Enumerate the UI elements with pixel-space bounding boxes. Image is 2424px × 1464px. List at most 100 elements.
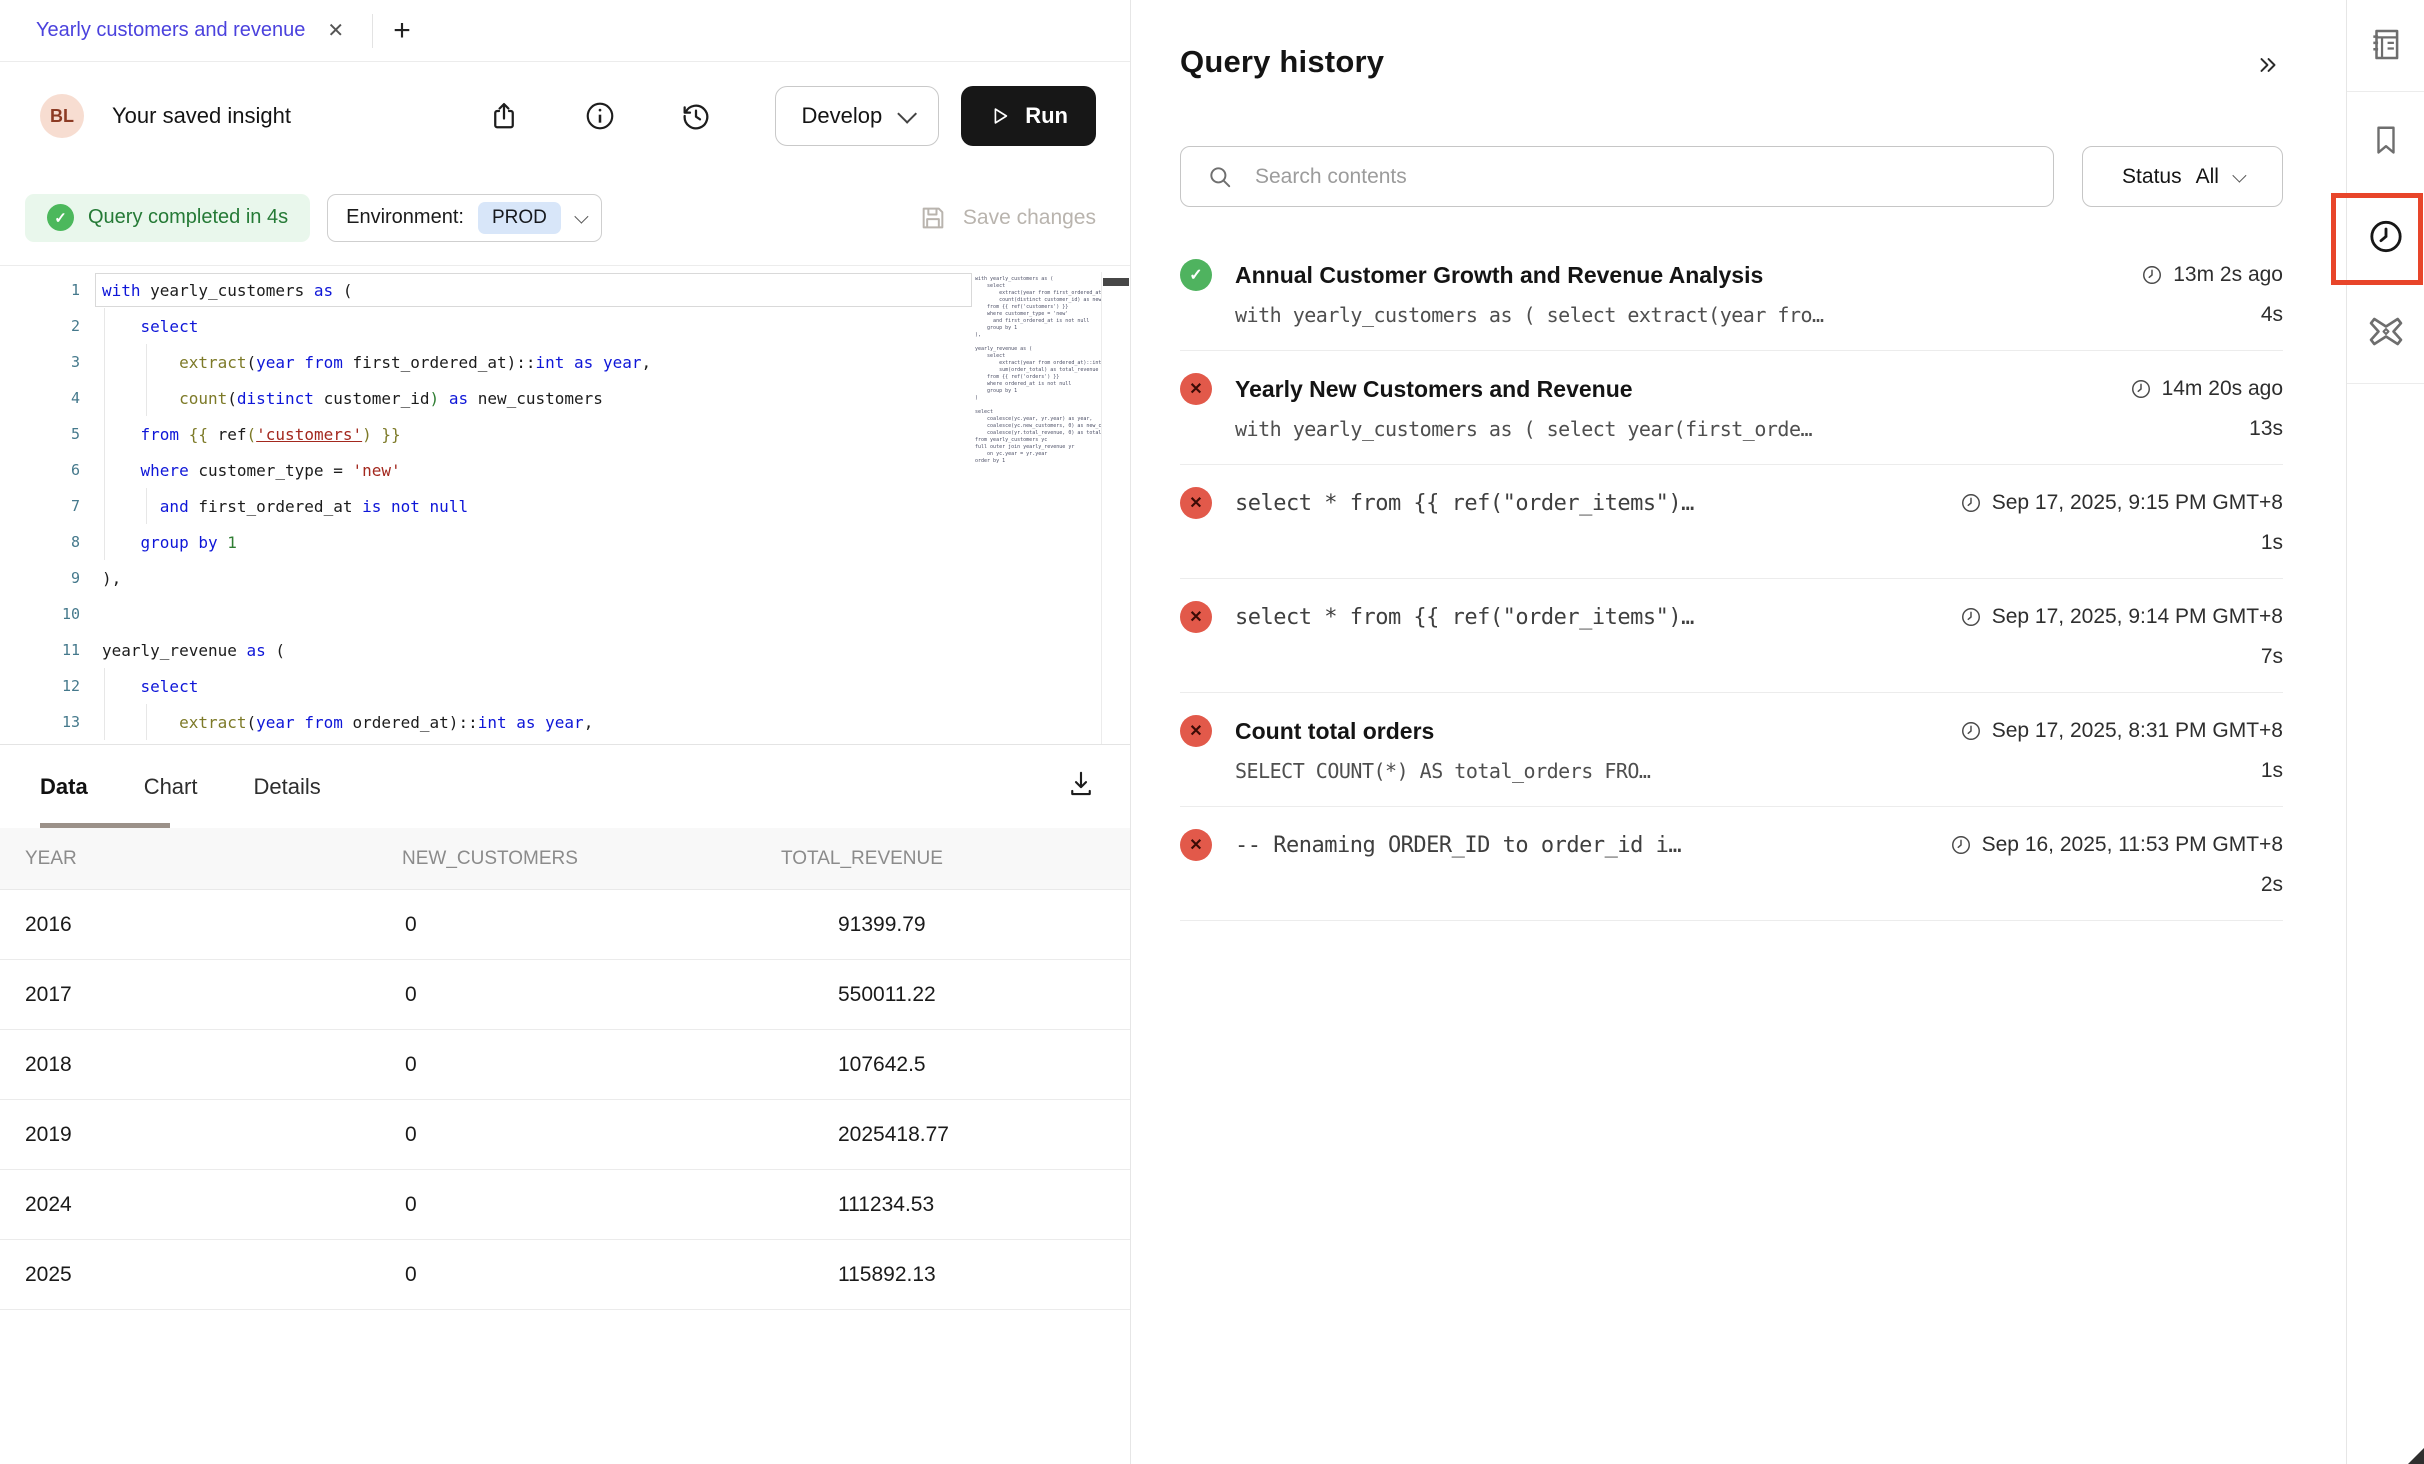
code-text[interactable]: extract(year from ordered_at)::int as ye… — [102, 704, 975, 740]
code-line[interactable]: 7 and first_ordered_at is not null — [0, 488, 975, 524]
query-title: Yearly New Customers and Revenue — [1235, 376, 1633, 403]
collapse-panel-icon[interactable] — [2253, 52, 2283, 83]
table-cell: 0 — [402, 913, 781, 937]
query-history-item[interactable]: ✕select * from {{ ref("order_items")…Sep… — [1180, 579, 2283, 693]
code-text[interactable]: select — [102, 668, 975, 704]
table-cell: 0 — [402, 1193, 781, 1217]
code-line[interactable]: 8 group by 1 — [0, 524, 975, 560]
tab-chart[interactable]: Chart — [144, 774, 198, 800]
scrollbar-thumb[interactable] — [1103, 278, 1129, 286]
editor-status-row: ✓ Query completed in 4s Environment: PRO… — [0, 170, 1130, 266]
share-icon[interactable] — [487, 99, 521, 133]
code-text[interactable]: yearly_revenue as ( — [102, 632, 975, 668]
table-cell: 2019 — [25, 1123, 402, 1147]
line-number: 4 — [0, 389, 80, 407]
success-check-icon: ✓ — [1180, 259, 1212, 291]
code-text[interactable]: ), — [102, 560, 975, 596]
code-text[interactable]: where customer_type = 'new' — [102, 452, 975, 488]
code-line[interactable]: 13 extract(year from ordered_at)::int as… — [0, 704, 975, 740]
indent-guide — [104, 668, 105, 704]
code-text[interactable]: count(distinct customer_id) as new_custo… — [102, 380, 975, 416]
tab-close-icon[interactable]: ✕ — [327, 18, 344, 43]
editor-scrollbar[interactable] — [1101, 272, 1130, 744]
query-history-item[interactable]: ✕select * from {{ ref("order_items")…Sep… — [1180, 465, 2283, 579]
query-status-text: Query completed in 4s — [88, 206, 288, 229]
code-text[interactable]: from {{ ref('customers') }} — [102, 416, 975, 452]
code-line[interactable]: 9), — [0, 560, 975, 596]
table-row[interactable]: 20240111234.53 — [0, 1170, 1130, 1240]
line-number: 11 — [0, 641, 80, 659]
query-history-item[interactable]: ✕ Yearly New Customers and Revenue 14m 20s… — [1180, 351, 2283, 465]
code-text[interactable]: and first_ordered_at is not null — [102, 488, 975, 524]
annotation-highlight-box — [2331, 193, 2423, 285]
run-label: Run — [1025, 103, 1068, 129]
code-text[interactable]: group by 1 — [102, 524, 975, 560]
compass-pinwheel-icon[interactable] — [2366, 312, 2406, 357]
notebook-icon[interactable] — [2367, 26, 2405, 69]
table-row[interactable]: 20250115892.13 — [0, 1240, 1130, 1310]
code-line[interactable]: 5 from {{ ref('customers') }} — [0, 416, 975, 452]
indent-guide — [104, 488, 105, 524]
code-lines[interactable]: 1with yearly_customers as (2 select3 ext… — [0, 272, 975, 744]
play-icon — [989, 105, 1011, 127]
line-number: 9 — [0, 569, 80, 587]
code-line[interactable]: 10 — [0, 596, 975, 632]
download-icon[interactable] — [1066, 769, 1096, 804]
code-text[interactable]: select — [102, 308, 975, 344]
search-box — [1180, 146, 2054, 207]
query-history-item[interactable]: ✕Count total ordersSep 17, 2025, 8:31 PM… — [1180, 693, 2283, 807]
line-number: 3 — [0, 353, 80, 371]
develop-button[interactable]: Develop — [775, 86, 940, 146]
new-tab-button[interactable]: + — [379, 14, 425, 48]
table-row[interactable]: 201902025418.77 — [0, 1100, 1130, 1170]
query-title: Annual Customer Growth and Revenue Analy… — [1235, 262, 1763, 289]
code-line[interactable]: 12 select — [0, 668, 975, 704]
code-text[interactable]: with yearly_customers as ( — [102, 272, 975, 308]
error-x-icon: ✕ — [1180, 601, 1212, 633]
code-line[interactable]: 11 yearly_revenue as ( — [0, 632, 975, 668]
indent-guide — [104, 704, 105, 740]
code-line[interactable]: 6 where customer_type = 'new' — [0, 452, 975, 488]
tab-yearly-customers-and-revenue[interactable]: Yearly customers and revenue ✕ — [0, 0, 372, 61]
indent-guide — [104, 380, 105, 416]
query-timestamp: 14m 20s ago — [2110, 377, 2283, 401]
indent-guide — [146, 488, 147, 524]
version-history-icon[interactable] — [679, 99, 713, 133]
code-line[interactable]: 3 extract(year from first_ordered_at)::i… — [0, 344, 975, 380]
query-history-item[interactable]: ✕-- Renaming ORDER_ID to order_id i…Sep … — [1180, 807, 2283, 921]
save-changes-button[interactable]: Save changes — [919, 204, 1096, 232]
query-snippet: with yearly_customers as ( select extrac… — [1235, 303, 1824, 327]
sql-editor[interactable]: 1with yearly_customers as (2 select3 ext… — [0, 266, 1130, 745]
search-input[interactable] — [1181, 147, 2053, 206]
info-icon[interactable] — [583, 99, 617, 133]
indent-guide — [104, 452, 105, 488]
query-title: select * from {{ ref("order_items")… — [1235, 605, 1694, 630]
code-text[interactable]: extract(year from first_ordered_at)::int… — [102, 344, 975, 380]
code-text[interactable] — [102, 596, 975, 632]
code-line[interactable]: 4 count(distinct customer_id) as new_cus… — [0, 380, 975, 416]
environment-selector[interactable]: Environment: PROD — [327, 194, 602, 242]
bookmark-icon[interactable] — [2368, 123, 2404, 164]
run-button[interactable]: Run — [961, 86, 1096, 146]
status-filter-label: Status — [2122, 165, 2182, 189]
table-cell: 0 — [402, 1123, 781, 1147]
table-row[interactable]: 20170550011.22 — [0, 960, 1130, 1030]
tab-details[interactable]: Details — [253, 774, 320, 800]
query-title: Count total orders — [1235, 718, 1434, 745]
error-x-icon: ✕ — [1180, 373, 1212, 405]
table-cell: 0 — [402, 983, 781, 1007]
query-history-item[interactable]: ✓ Annual Customer Growth and Revenue Anal… — [1180, 237, 2283, 351]
indent-guide — [146, 344, 147, 380]
tab-data[interactable]: Data — [40, 774, 88, 800]
indent-guide — [146, 704, 147, 740]
resize-handle[interactable] — [2408, 1448, 2424, 1464]
table-row[interactable]: 2016091399.79 — [0, 890, 1130, 960]
column-header: YEAR — [25, 848, 402, 870]
table-row[interactable]: 20180107642.5 — [0, 1030, 1130, 1100]
code-line[interactable]: 2 select — [0, 308, 975, 344]
indent-guide — [104, 416, 105, 452]
status-filter-dropdown[interactable]: Status All — [2082, 146, 2283, 207]
editor-minimap[interactable]: with yearly_customers as ( select extrac… — [975, 272, 1101, 744]
column-header: NEW_CUSTOMERS — [402, 848, 781, 870]
code-line[interactable]: 1with yearly_customers as ( — [0, 272, 975, 308]
